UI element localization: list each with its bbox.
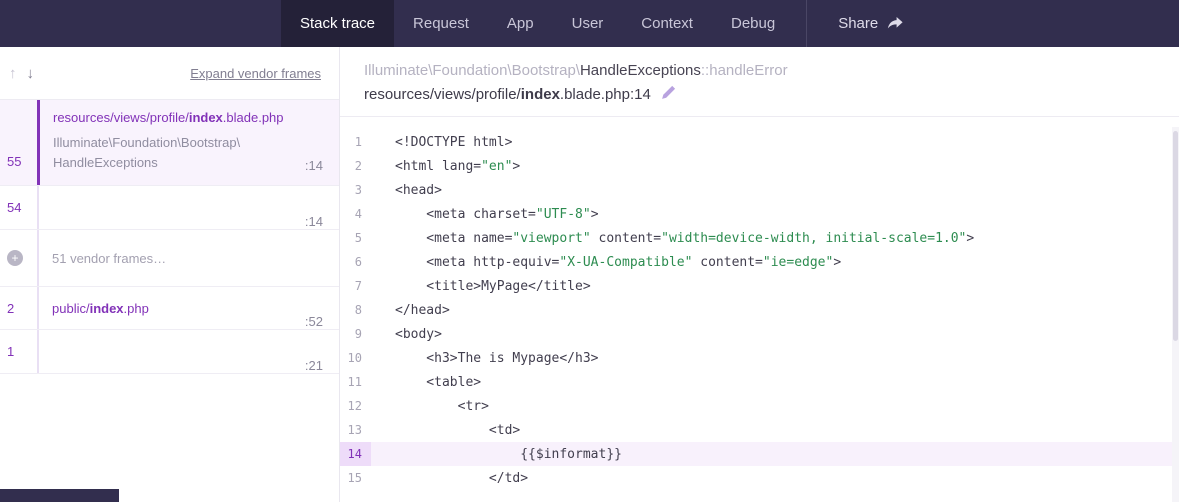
ignition-error-page: Stack trace Request App User Context Deb… [0,0,1179,502]
frame-number: 55 [0,100,37,185]
stack-frame-54[interactable]: 54 :14 [0,186,339,230]
code-line-4: 4 <meta charset="UTF-8"> [340,202,1179,226]
code-line-15: 15 </td> [340,466,1179,490]
stack-frame-55[interactable]: 55 resources/views/profile/index.blade.p… [0,100,339,186]
share-button[interactable]: Share [819,0,922,47]
code-line-13: 13 <td> [340,418,1179,442]
code-line-11: 11 <table> [340,370,1179,394]
line-content: </td> [371,471,528,486]
frame-body: public/index.php :52 [37,287,339,329]
code-line-12: 12 <tr> [340,394,1179,418]
share-label: Share [838,15,878,32]
frame-line-ref: :14 [305,158,323,173]
frame-body: resources/views/profile/index.blade.php … [37,100,339,185]
stack-trace-sidebar: ↑ ↓ Expand vendor frames 55 resources/vi… [0,47,340,502]
frame-class-row: Illuminate\Foundation\Bootstrap\ HandleE… [53,133,323,173]
share-forward-arrow-icon [887,17,903,30]
frame-line-ref: :14 [305,214,323,229]
frame-file-path: public/index.php [52,301,149,316]
frame-body: :14 [37,186,339,229]
line-content: </head> [371,303,450,318]
line-number: 6 [340,250,371,274]
line-content: {{$informat}} [371,447,622,462]
line-content: <tr> [371,399,489,414]
code-line-1: 1<!DOCTYPE html> [340,130,1179,154]
line-number: 13 [340,418,371,442]
expand-plus-icon[interactable]: + [7,250,23,266]
code-line-2: 2<html lang="en"> [340,154,1179,178]
line-number: 2 [340,154,371,178]
line-content: <html lang="en"> [371,159,520,174]
line-number: 3 [340,178,371,202]
code-viewer-panel: Illuminate\Foundation\Bootstrap\HandleEx… [340,47,1179,502]
code-line-7: 7 <title>MyPage</title> [340,274,1179,298]
nav-divider [806,0,807,47]
line-number: 1 [340,130,371,154]
tab-context[interactable]: Context [622,0,712,47]
vendor-frames-label: 51 vendor frames… [52,251,166,266]
file-path-text: resources/views/profile/index.blade.php:… [364,86,651,103]
line-content: <meta http-equiv="X-UA-Compatible" conte… [371,255,841,270]
open-in-editor-button[interactable] [661,85,676,103]
next-frame-arrow-icon[interactable]: ↓ [22,65,40,82]
code-lines: 1<!DOCTYPE html>2<html lang="en">3<head>… [340,117,1179,502]
stack-frame-2[interactable]: 2 public/index.php :52 [0,287,339,330]
frame-class-method: Illuminate\Foundation\Bootstrap\HandleEx… [364,62,1155,79]
top-nav: Stack trace Request App User Context Deb… [0,0,1179,47]
line-content: <meta charset="UTF-8"> [371,207,599,222]
line-number: 9 [340,322,371,346]
line-content: <head> [371,183,442,198]
line-content: <title>MyPage</title> [371,279,591,294]
expand-vendor-frames-link[interactable]: Expand vendor frames [190,66,321,81]
tab-stack-trace[interactable]: Stack trace [281,0,394,47]
frame-file-location: resources/views/profile/index.blade.php:… [364,85,1155,103]
tab-user[interactable]: User [553,0,623,47]
code-line-8: 8</head> [340,298,1179,322]
line-number: 12 [340,394,371,418]
frame-number: 2 [0,287,37,329]
line-content: <meta name="viewport" content="width=dev… [371,231,974,246]
line-number: 10 [340,346,371,370]
frame-class-name: Illuminate\Foundation\Bootstrap\ HandleE… [53,133,305,173]
scrollbar-thumb[interactable] [1173,131,1178,341]
content-area: ↑ ↓ Expand vendor frames 55 resources/vi… [0,47,1179,502]
code-scrollbar[interactable] [1172,127,1179,502]
frame-body: 51 vendor frames… [37,230,339,286]
frame-line-ref: :52 [305,314,323,329]
code-line-5: 5 <meta name="viewport" content="width=d… [340,226,1179,250]
stack-frame-1[interactable]: 1 :21 [0,330,339,374]
line-content: <h3>The is Mypage</h3> [371,351,599,366]
frame-file-path: resources/views/profile/index.blade.php [53,110,323,125]
previous-frame-arrow-icon[interactable]: ↑ [4,65,22,82]
frame-number: + [0,230,37,286]
line-content: <!DOCTYPE html> [371,135,512,150]
line-number: 15 [340,466,371,490]
code-line-6: 6 <meta http-equiv="X-UA-Compatible" con… [340,250,1179,274]
line-content: <td> [371,423,520,438]
line-number: 5 [340,226,371,250]
sidebar-header: ↑ ↓ Expand vendor frames [0,47,339,100]
line-content: <body> [371,327,442,342]
code-line-10: 10 <h3>The is Mypage</h3> [340,346,1179,370]
frame-number: 1 [0,330,37,373]
tab-debug[interactable]: Debug [712,0,794,47]
bottom-left-dark-strip [0,489,119,502]
frame-number: 54 [0,186,37,229]
tab-app[interactable]: App [488,0,553,47]
line-number: 11 [340,370,371,394]
line-number: 7 [340,274,371,298]
frame-details-header: Illuminate\Foundation\Bootstrap\HandleEx… [340,47,1179,117]
tab-request[interactable]: Request [394,0,488,47]
pencil-icon [661,85,676,103]
line-number: 4 [340,202,371,226]
code-line-3: 3<head> [340,178,1179,202]
frame-line-ref: :21 [305,358,323,373]
vendor-frames-toggle[interactable]: + 51 vendor frames… [0,230,339,287]
line-content: <table> [371,375,481,390]
code-line-14: 14 {{$informat}} [340,442,1179,466]
line-number: 14 [340,442,371,466]
code-line-9: 9<body> [340,322,1179,346]
frame-body: :21 [37,330,339,373]
line-number: 8 [340,298,371,322]
